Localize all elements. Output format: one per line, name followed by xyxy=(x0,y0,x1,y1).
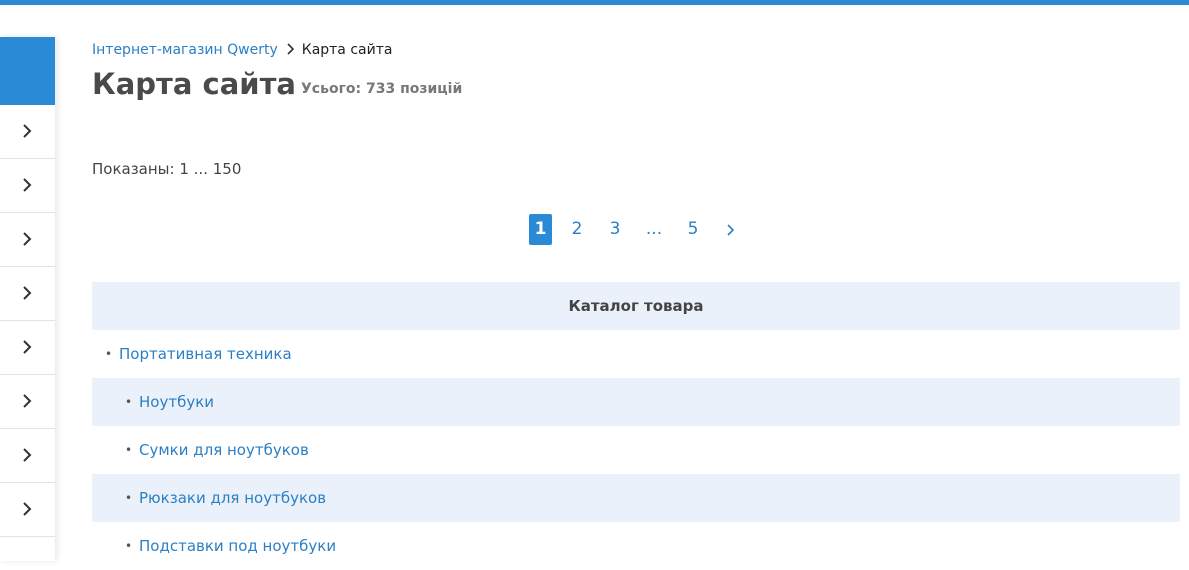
table-row: • Подставки под ноутбуки xyxy=(92,522,1180,570)
page-title: Карта сайта xyxy=(92,67,296,101)
catalog-link[interactable]: Сумки для ноутбуков xyxy=(139,426,309,474)
breadcrumb-current: Карта сайта xyxy=(301,42,393,58)
chevron-right-icon xyxy=(23,124,32,138)
top-accent-bar xyxy=(0,0,1189,5)
table-row: • Сумки для ноутбуков xyxy=(92,426,1180,474)
catalog-link[interactable]: Подставки под ноутбуки xyxy=(139,522,336,570)
bullet: • xyxy=(125,395,133,409)
chevron-right-icon xyxy=(23,178,32,192)
chevron-right-icon xyxy=(23,448,32,462)
sitemap-table: Каталог товара • Портативная техника • Н… xyxy=(92,282,1180,570)
bullet: • xyxy=(105,347,113,361)
sidebar xyxy=(0,37,55,561)
catalog-link[interactable]: Портативная техника xyxy=(119,330,292,378)
sidebar-header xyxy=(0,37,55,105)
sidebar-item-6[interactable] xyxy=(0,375,55,429)
chevron-right-icon xyxy=(23,502,32,516)
total-count: Усього: 733 позицій xyxy=(301,81,463,97)
catalog-link[interactable]: Рюкзаки для ноутбуков xyxy=(139,474,326,522)
breadcrumb-separator-icon xyxy=(287,43,294,55)
chevron-right-icon xyxy=(727,224,735,236)
shown-range: Показаны: 1 ... 150 xyxy=(92,160,242,178)
page-1-button[interactable]: 1 xyxy=(529,214,552,245)
table-header: Каталог товара xyxy=(92,282,1180,330)
sidebar-item-7[interactable] xyxy=(0,429,55,483)
table-row: • Ноутбуки xyxy=(92,378,1180,426)
page-5-button[interactable]: 5 xyxy=(683,214,703,245)
table-row: • Портативная техника xyxy=(92,330,1180,378)
bullet: • xyxy=(125,539,133,553)
page-ellipsis: ... xyxy=(645,219,663,239)
page-3-button[interactable]: 3 xyxy=(605,214,625,245)
catalog-link[interactable]: Ноутбуки xyxy=(139,378,214,426)
chevron-right-icon xyxy=(23,394,32,408)
breadcrumb-home-link[interactable]: Інтернет-магазин Qwerty xyxy=(92,42,278,58)
sidebar-item-2[interactable] xyxy=(0,159,55,213)
bullet: • xyxy=(125,491,133,505)
bullet: • xyxy=(125,443,133,457)
next-page-button[interactable] xyxy=(722,214,740,245)
sidebar-item-4[interactable] xyxy=(0,267,55,321)
chevron-right-icon xyxy=(23,286,32,300)
chevron-right-icon xyxy=(23,340,32,354)
sidebar-item-8[interactable] xyxy=(0,483,55,537)
sidebar-item-1[interactable] xyxy=(0,105,55,159)
page-2-button[interactable]: 2 xyxy=(567,214,587,245)
table-row: • Рюкзаки для ноутбуков xyxy=(92,474,1180,522)
pagination: 1 2 3 ... 5 xyxy=(0,214,1189,245)
breadcrumb: Інтернет-магазин Qwerty Карта сайта xyxy=(92,41,392,59)
sidebar-item-5[interactable] xyxy=(0,321,55,375)
